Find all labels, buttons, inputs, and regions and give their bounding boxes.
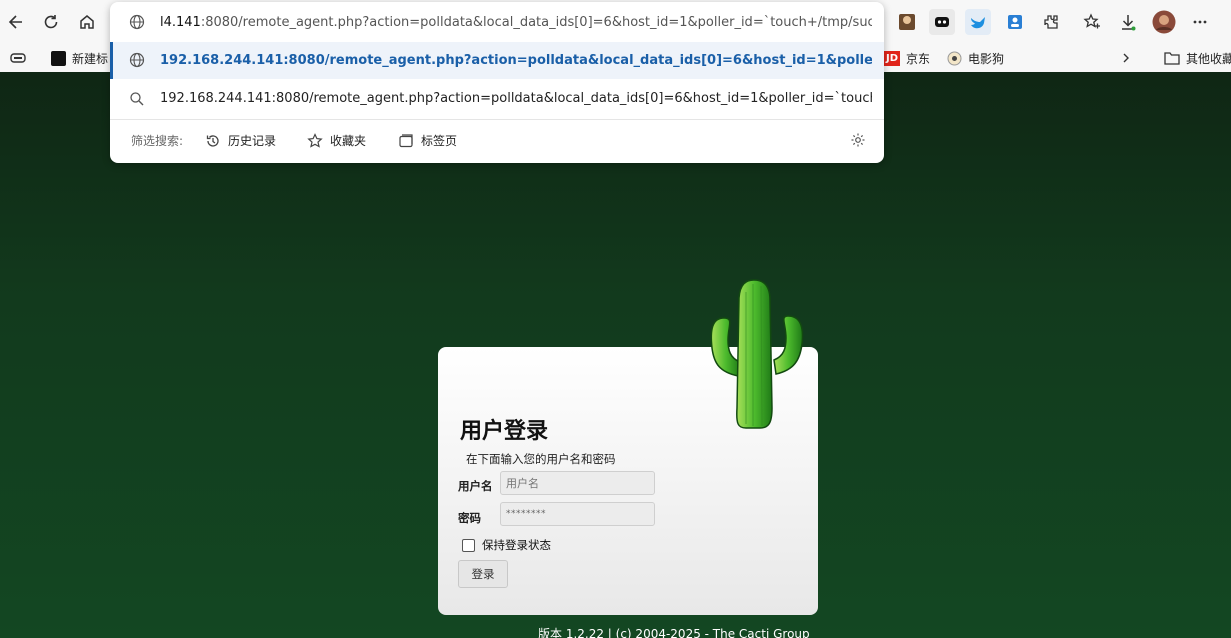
login-title: 用户登录 [460,419,549,444]
address-value: l4.141:8080/remote_agent.php?action=poll… [160,14,872,30]
suggestion-text: 192.168.244.141:8080/remote_agent.php?ac… [160,53,872,68]
divider [110,119,884,120]
remember-checkbox[interactable] [462,538,475,552]
filter-favorites-label: 收藏夹 [330,134,367,148]
filter-search-label: 筛选搜索: [131,134,184,148]
bookmark-item-movie[interactable]: 电影狗 [947,48,1004,68]
username-label: 用户名 [458,479,493,493]
extension-avatar-icon[interactable] [894,9,920,35]
password-label: 密码 [458,511,481,525]
bookmark-item-new[interactable]: 新建标 [51,48,108,68]
login-button[interactable]: 登录 [458,560,508,588]
version-footer: 版本 1.2.22 | (c) 2004-2025 - The Cacti Gr… [538,627,810,638]
filter-history-button[interactable]: 历史记录 [205,132,276,149]
folder-icon [1164,52,1180,65]
extension-gamepad-icon[interactable] [929,9,955,35]
bookmark-item-jd[interactable]: JD 京东 [884,48,930,68]
filter-tabs-label: 标签页 [421,134,458,148]
favorites-star-icon[interactable] [1079,9,1105,35]
login-subtitle: 在下面输入您的用户名和密码 [466,452,616,466]
address-dropdown: l4.141:8080/remote_agent.php?action=poll… [110,2,884,163]
home-icon [80,15,94,29]
bookmark-label: 电影狗 [968,51,1005,66]
gear-icon [851,133,865,147]
bookmark-label: 京东 [906,51,931,66]
bookmark-black-square-icon [51,50,66,66]
address-value-rest: :8080/remote_agent.php?action=polldata&l… [200,15,872,30]
tabs-icon [399,133,413,147]
globe-icon [128,13,146,31]
movie-dog-icon [947,51,962,65]
star-icon [307,132,323,148]
remember-label: 保持登录状态 [482,538,551,552]
reload-icon [44,15,58,29]
jd-logo-icon: JD [884,50,901,66]
remember-me[interactable]: 保持登录状态 [462,537,551,553]
more-menu-icon[interactable] [1187,9,1213,35]
filter-favorites-button[interactable]: 收藏夹 [307,132,366,149]
history-icon [206,134,219,147]
reload-button[interactable] [37,8,65,36]
downloads-icon[interactable] [1115,9,1141,35]
suggestion-item-search[interactable]: 192.168.244.141:8080/remote_agent.php?ac… [110,80,884,118]
search-settings-button[interactable] [850,132,866,148]
bookmark-label: 其他收藏 [1186,51,1231,66]
extension-user-card-icon[interactable] [1002,9,1028,35]
extension-bird-icon[interactable] [965,9,991,35]
filter-tabs-button[interactable]: 标签页 [398,132,457,149]
address-bar[interactable]: l4.141:8080/remote_agent.php?action=poll… [110,2,884,42]
suggestion-item-selected[interactable]: 192.168.244.141:8080/remote_agent.php?ac… [110,42,884,79]
cacti-logo-icon [710,279,804,429]
globe-icon [128,51,146,69]
suggestion-text: 192.168.244.141:8080/remote_agent.php?ac… [160,91,872,106]
extensions-puzzle-icon[interactable] [1038,9,1064,35]
home-button[interactable] [73,8,101,36]
back-button[interactable] [2,8,30,36]
search-icon [128,90,146,108]
address-value-host: l4.141 [160,15,201,30]
filter-history-label: 历史记录 [228,134,277,148]
username-input[interactable] [500,471,655,495]
tab-actions-icon[interactable] [10,48,26,68]
bookmark-folder-other[interactable]: 其他收藏 [1164,48,1231,68]
bookmarks-overflow-chevron-icon[interactable] [1120,48,1132,68]
profile-avatar-icon[interactable] [1151,9,1177,35]
bookmark-label: 新建标 [72,51,109,66]
back-arrow-icon [8,15,22,29]
password-input[interactable]: ******** [500,502,655,526]
